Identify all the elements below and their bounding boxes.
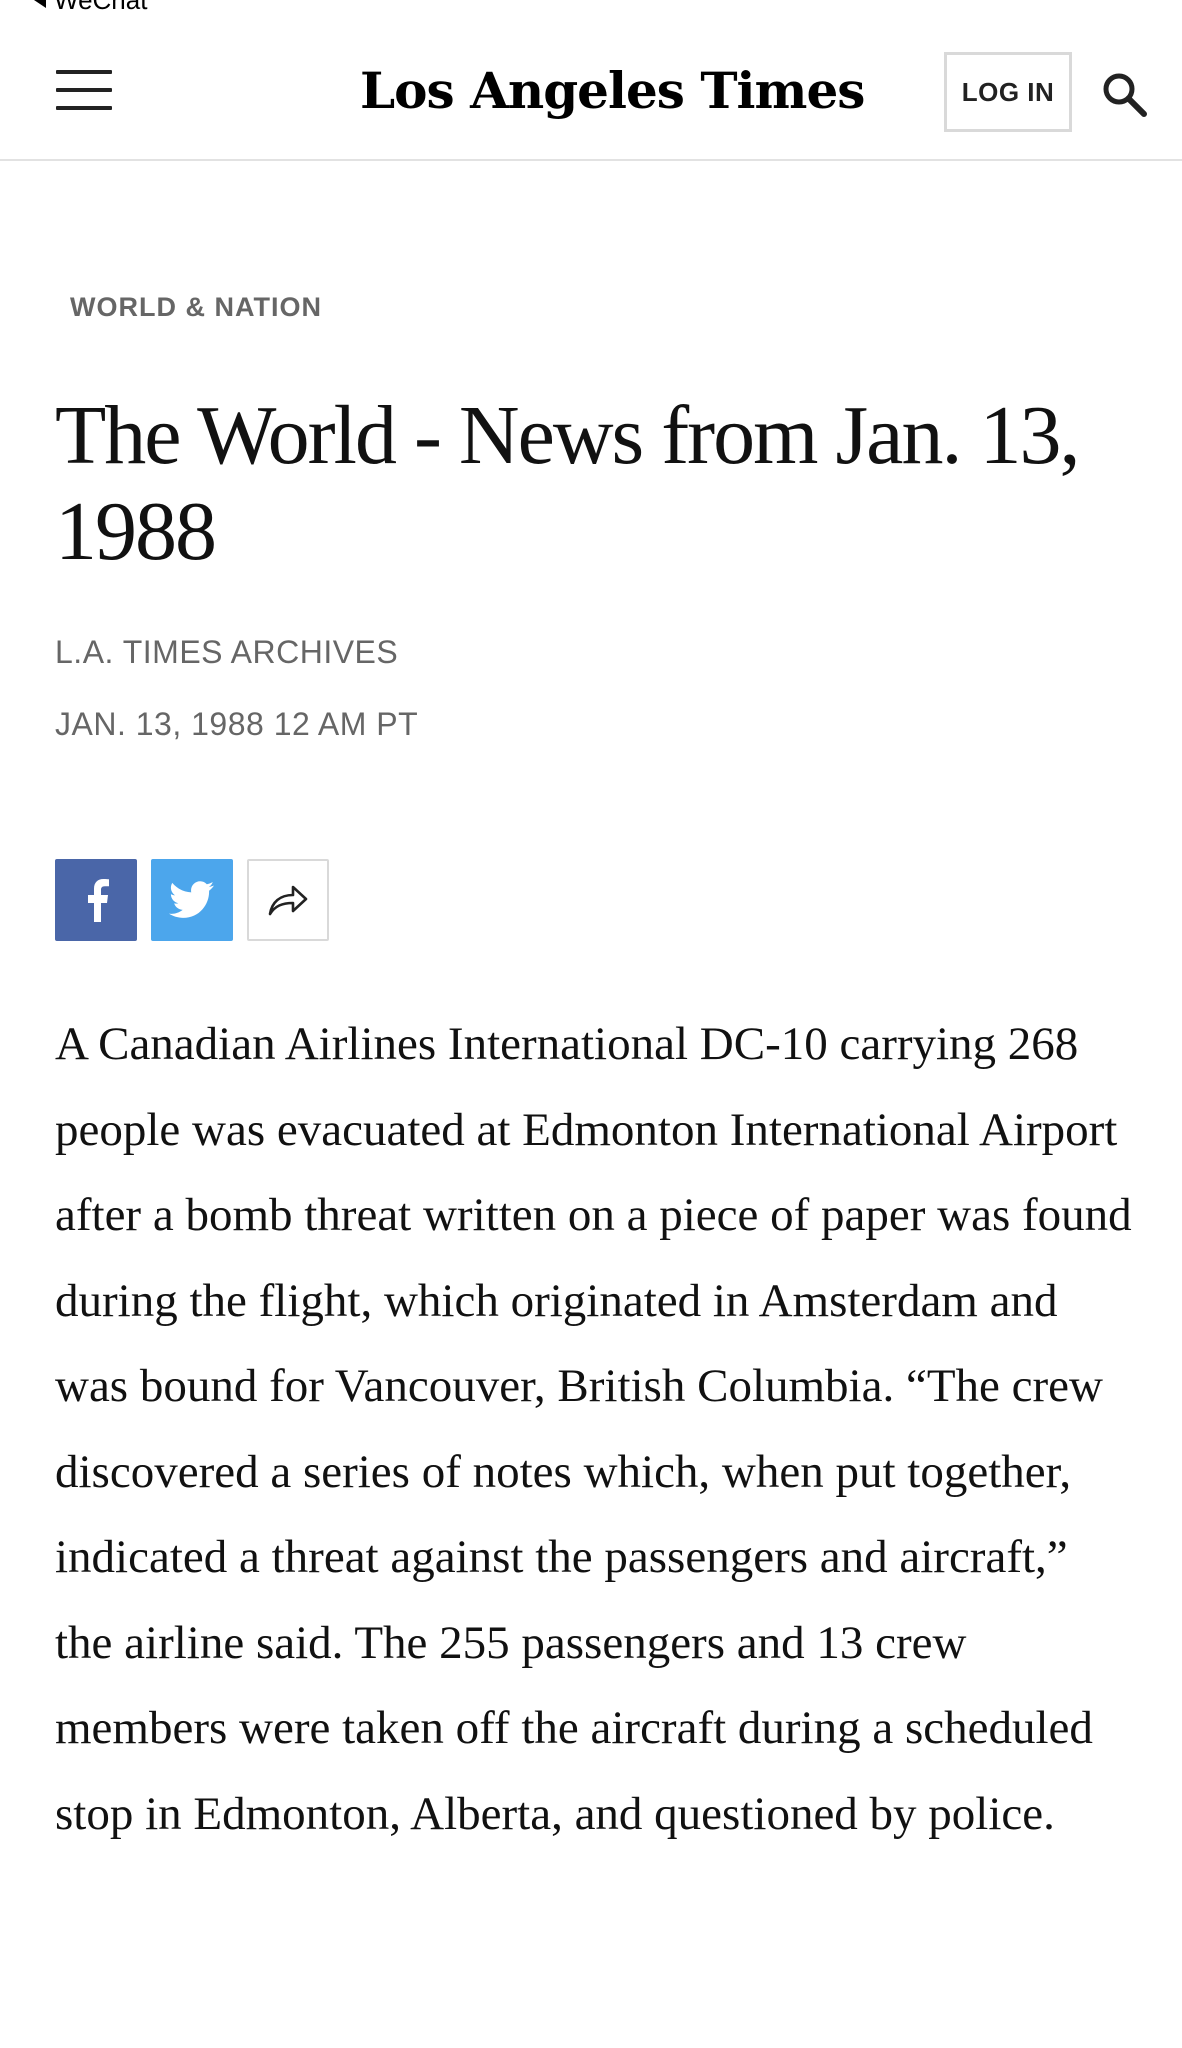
back-app-label: WeChat <box>54 0 147 14</box>
article-headline: The World - News from Jan. 13, 1988 <box>55 389 1080 578</box>
back-to-wechat-link[interactable]: WeChat <box>34 0 147 14</box>
share-arrow-icon <box>268 885 308 916</box>
article-body-paragraph: A Canadian Airlines International DC-10 … <box>55 1018 1132 1840</box>
facebook-icon <box>88 879 109 922</box>
twitter-share-button[interactable] <box>151 859 233 941</box>
facebook-share-button[interactable] <box>55 859 137 941</box>
article-date: JAN. 13, 1988 12 AM PT <box>55 706 419 742</box>
article-byline: L.A. TIMES ARCHIVES <box>55 634 399 670</box>
top-navigation-bar: Los Angeles Times LOG IN <box>0 14 1182 161</box>
share-bar <box>55 859 329 941</box>
twitter-icon <box>169 881 215 918</box>
section-label[interactable]: WORLD & NATION <box>70 292 322 323</box>
search-icon[interactable] <box>1100 70 1148 118</box>
share-more-button[interactable] <box>247 859 329 941</box>
masthead-logo[interactable]: Los Angeles Times <box>360 56 865 126</box>
login-button[interactable]: LOG IN <box>944 52 1072 132</box>
status-bar: WeChat <box>0 0 1182 14</box>
back-triangle-icon <box>34 0 46 8</box>
hamburger-menu-icon[interactable] <box>56 70 112 110</box>
